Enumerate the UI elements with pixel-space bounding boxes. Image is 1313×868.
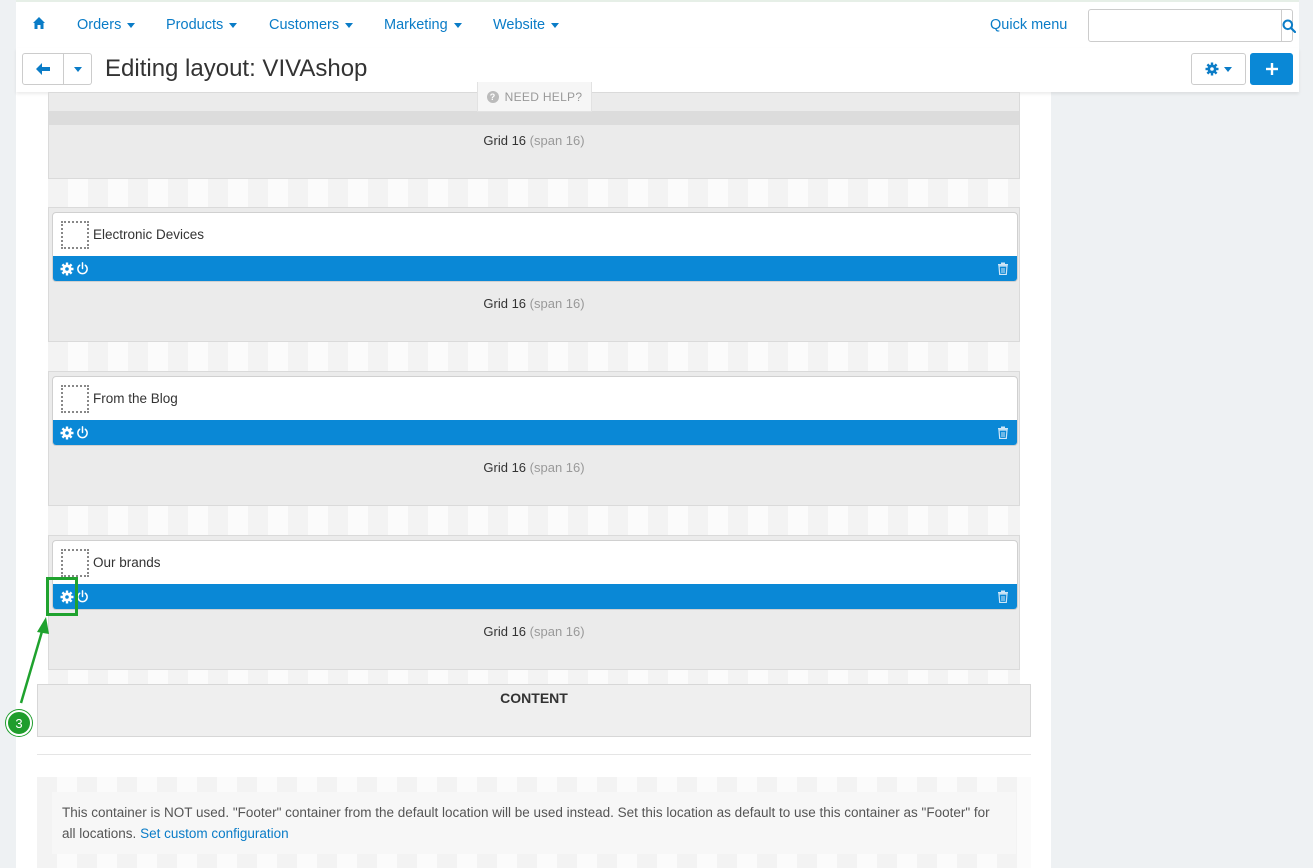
block-title: From the Blog xyxy=(93,391,178,406)
trash-icon[interactable] xyxy=(997,590,1009,603)
nav-website[interactable]: Website xyxy=(493,17,560,33)
chevron-down-icon xyxy=(127,22,136,28)
grid-label: Grid 16 (span 16) xyxy=(49,296,1019,311)
grid-name: Grid 16 xyxy=(483,296,527,311)
power-icon[interactable] xyxy=(76,262,89,275)
search-icon xyxy=(1282,19,1296,33)
block-title: Electronic Devices xyxy=(93,227,205,242)
nav-website-label: Website xyxy=(493,17,546,33)
nav-products-label: Products xyxy=(166,17,224,33)
gear-icon[interactable] xyxy=(60,262,74,276)
block-card[interactable]: Electronic Devices xyxy=(52,212,1018,282)
content-label: CONTENT xyxy=(500,690,568,706)
grid-label: Grid 16 (span 16) xyxy=(49,133,1019,148)
quick-menu-link[interactable]: Quick menu xyxy=(990,17,1067,33)
nav-marketing-label: Marketing xyxy=(384,17,448,33)
set-custom-configuration-link[interactable]: Set custom configuration xyxy=(140,826,289,841)
nav-orders[interactable]: Orders xyxy=(77,17,136,33)
block-card[interactable]: Our brands xyxy=(52,540,1018,610)
power-icon[interactable] xyxy=(76,426,89,439)
nav-customers[interactable]: Customers xyxy=(269,17,354,33)
chevron-down-icon xyxy=(1224,66,1232,72)
nav-products[interactable]: Products xyxy=(166,17,238,33)
grid-span: (span 16) xyxy=(529,460,585,475)
block-card[interactable]: From the Blog xyxy=(52,376,1018,446)
chevron-down-icon xyxy=(229,22,238,28)
home-icon[interactable] xyxy=(32,16,46,30)
need-help-label: NEED HELP? xyxy=(504,89,583,104)
block-toolbar xyxy=(53,256,1017,281)
block-placeholder-icon xyxy=(61,548,89,577)
top-navigation: Orders Products Customers Marketing Webs… xyxy=(16,0,1299,48)
block-placeholder-icon xyxy=(61,384,89,413)
gear-icon xyxy=(1205,62,1219,76)
title-bar: Editing layout: VIVAshop xyxy=(16,48,1299,92)
grid-name: Grid 16 xyxy=(483,460,527,475)
back-dropdown-button[interactable] xyxy=(64,53,92,85)
grid-container[interactable]: From the Blog Grid 16 (span 16) xyxy=(48,371,1020,506)
grid-label: Grid 16 (span 16) xyxy=(49,460,1019,475)
nav-orders-label: Orders xyxy=(77,17,122,33)
grid-span: (span 16) xyxy=(529,624,585,639)
nav-marketing[interactable]: Marketing xyxy=(384,17,462,33)
add-button[interactable] xyxy=(1250,53,1293,85)
chevron-down-icon xyxy=(551,22,560,28)
section-divider xyxy=(37,754,1031,755)
question-icon: ? xyxy=(486,90,499,103)
chevron-down-icon xyxy=(73,66,82,72)
grid-name: Grid 16 xyxy=(483,133,527,148)
grid-name: Grid 16 xyxy=(483,624,527,639)
content-container[interactable]: CONTENT xyxy=(37,684,1031,737)
trash-icon[interactable] xyxy=(997,426,1009,439)
grid-span: (span 16) xyxy=(529,133,585,148)
grid-container[interactable]: Our brands Grid 16 (span 16) xyxy=(48,535,1020,670)
need-help-tab[interactable]: ? NEED HELP? xyxy=(477,82,592,112)
gear-icon[interactable] xyxy=(60,426,74,440)
nav-customers-label: Customers xyxy=(269,17,340,33)
plus-icon xyxy=(1265,63,1278,75)
search-input[interactable] xyxy=(1089,10,1281,41)
block-title: Our brands xyxy=(93,555,161,570)
page-title: Editing layout: VIVAshop xyxy=(105,55,368,82)
grid-header-strip xyxy=(49,111,1019,125)
arrow-left-icon xyxy=(36,63,50,75)
back-button-group xyxy=(22,53,92,85)
chevron-down-icon xyxy=(345,22,354,28)
footer-notice: This container is NOT used. "Footer" con… xyxy=(52,792,1016,854)
settings-dropdown-button[interactable] xyxy=(1191,53,1246,85)
block-placeholder-icon xyxy=(61,220,89,249)
annotation-highlight xyxy=(46,577,78,616)
block-toolbar xyxy=(53,584,1017,609)
trash-icon[interactable] xyxy=(997,262,1009,275)
annotation-step-badge: 3 xyxy=(6,710,32,736)
back-button[interactable] xyxy=(22,53,64,85)
grid-container[interactable]: Electronic Devices Grid 16 (span 16) xyxy=(48,207,1020,342)
block-toolbar xyxy=(53,420,1017,445)
grid-span: (span 16) xyxy=(529,296,585,311)
chevron-down-icon xyxy=(453,22,462,28)
grid-label: Grid 16 (span 16) xyxy=(49,624,1019,639)
search-box xyxy=(1088,9,1296,42)
search-button[interactable] xyxy=(1281,10,1296,41)
